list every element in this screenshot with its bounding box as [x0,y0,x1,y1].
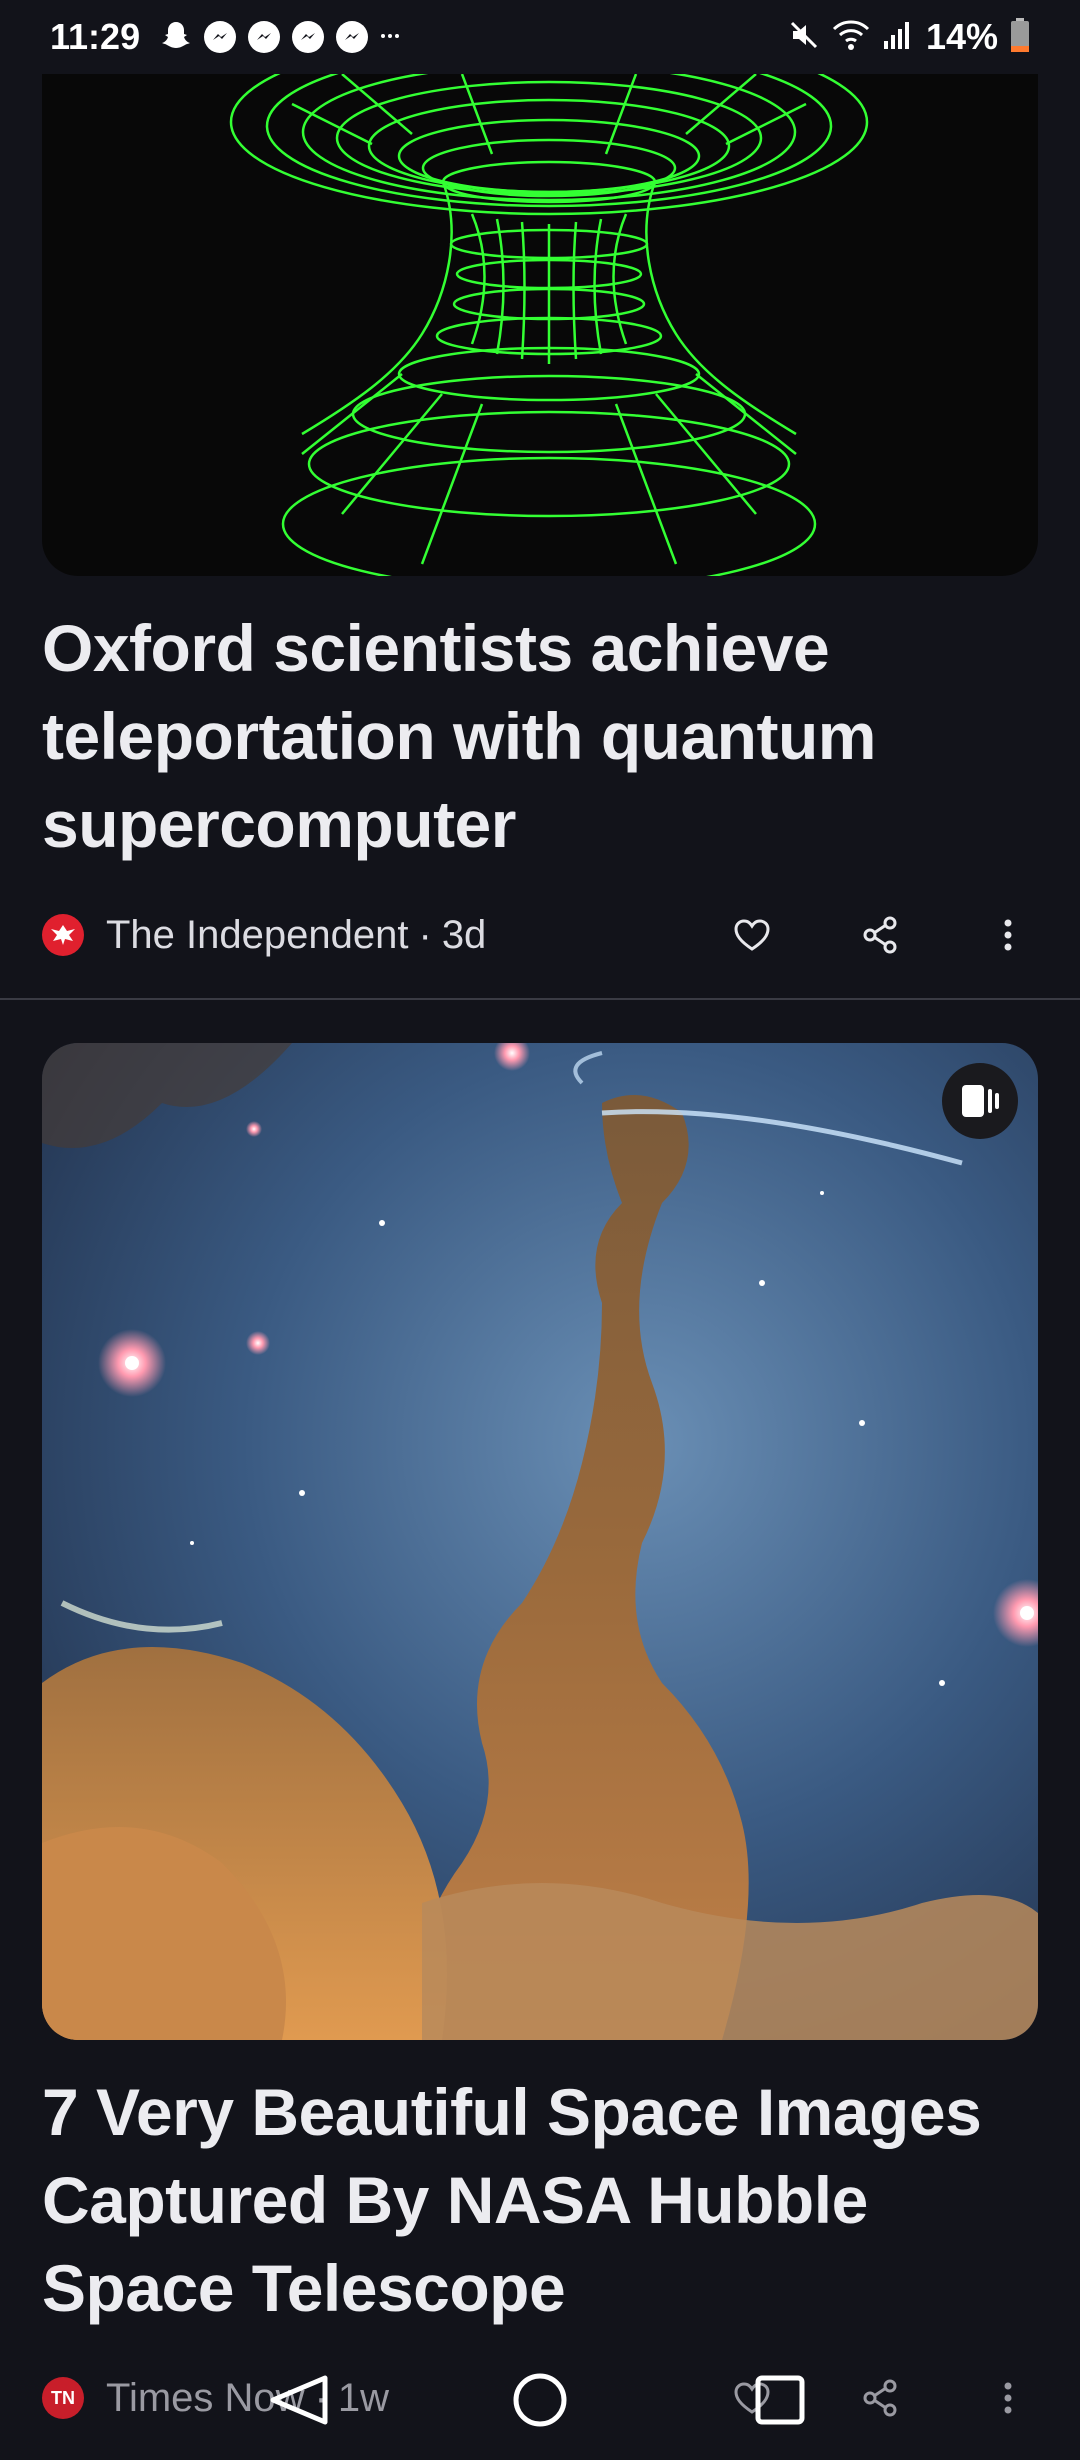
article-2-image[interactable] [42,1043,1038,2040]
article-1-actions [722,905,1038,965]
battery-icon [1010,17,1030,57]
more-options-button[interactable] [978,905,1038,965]
heart-icon [734,919,770,951]
web-story-icon [962,1085,999,1117]
share-icon [863,916,897,954]
article-2-headline[interactable]: 7 Very Beautiful Space Images Captured B… [42,2068,1022,2332]
nebula-image [42,1043,1038,2040]
wormhole-grid-image [229,74,869,576]
messenger-icon [336,21,369,53]
status-time: 11:29 [50,16,141,57]
like-button[interactable] [722,905,782,965]
meta-separator: · [418,912,432,957]
source-logo-independent[interactable] [42,914,84,956]
status-bar-left: 11:29 [50,16,400,58]
signal-icon [882,19,914,56]
story-badge[interactable] [942,1063,1018,1139]
system-nav-bar [0,2340,1080,2460]
article-1-headline[interactable]: Oxford scientists achieve teleportation … [42,604,1022,868]
more-dots-icon [380,28,400,46]
nav-recents-button[interactable] [740,2360,820,2440]
home-icon [513,2373,567,2427]
source-name[interactable]: The Independent [106,913,408,958]
messenger-icon [248,21,281,53]
mute-icon [788,19,820,56]
wifi-icon [832,19,870,56]
article-1-image[interactable] [42,74,1038,576]
status-bar: 11:29 14% [0,0,1080,74]
nav-home-button[interactable] [500,2360,580,2440]
article-age: 3d [441,912,487,957]
recents-icon [755,2375,805,2425]
messenger-icon [292,21,325,53]
share-button[interactable] [850,905,910,965]
status-bar-right: 14% [788,16,1030,58]
battery-percent: 14% [925,16,998,57]
more-vert-icon [1004,919,1012,951]
nav-back-button[interactable] [260,2360,340,2440]
messenger-icon [204,21,237,53]
article-1-meta: The Independent · 3d [42,905,1038,965]
article-divider [0,998,1080,1000]
back-icon [270,2375,328,2425]
snapchat-icon [160,19,192,56]
eagle-icon [51,925,75,945]
